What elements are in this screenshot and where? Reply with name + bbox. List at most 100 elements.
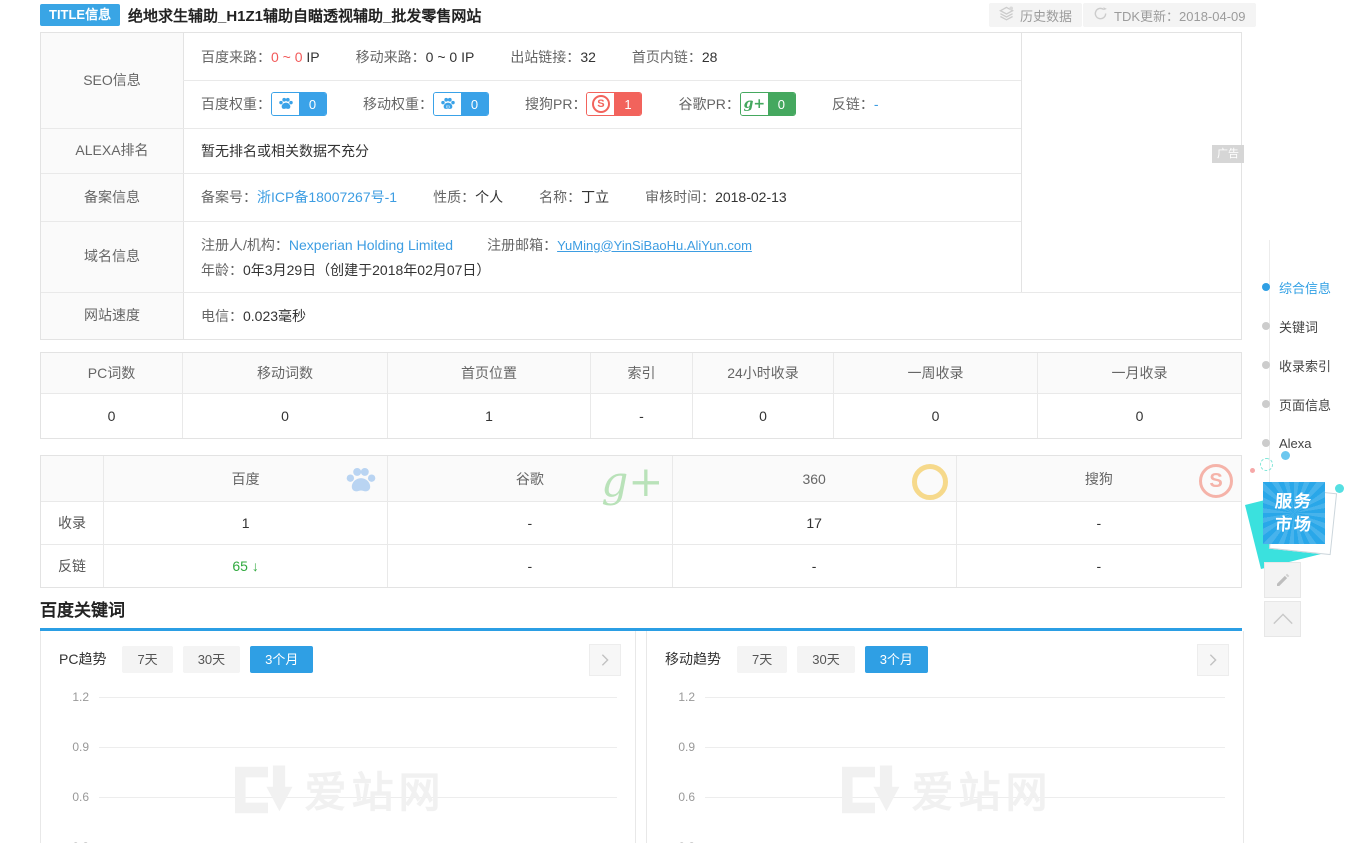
row-label-speed: 网站速度 [41, 292, 183, 339]
pencil-icon [1274, 571, 1292, 589]
outbound-links-value: 32 [580, 49, 596, 65]
stats-value-cell: - [591, 394, 693, 438]
service-market-badge[interactable]: 服务 市场 [1248, 452, 1348, 562]
gplus-letter: g+ [744, 96, 766, 112]
beian-time-value: 2018-02-13 [715, 189, 787, 205]
tab-30days[interactable]: 30天 [797, 646, 854, 673]
baidu-traffic: 百度来路：0 ~ 0 IP [201, 47, 320, 67]
sidebar-item-alexa[interactable]: Alexa [1262, 433, 1312, 453]
stats-header-cell: 移动词数 [183, 353, 388, 393]
stats-value-cell: 0 [1038, 394, 1241, 438]
mobile-traffic-label: 移动来路： [356, 49, 426, 65]
next-chart-button[interactable] [589, 644, 621, 676]
aizhan-logo-icon [230, 762, 292, 818]
google-pr-badge[interactable]: g+ 0 [740, 92, 796, 116]
sidebar-item-label: 页面信息 [1279, 395, 1331, 414]
baidu-keywords-title: 百度关键词 [40, 596, 125, 621]
dot-icon [1262, 361, 1270, 369]
engine-header-corner [41, 456, 104, 501]
beian-number-link[interactable]: 浙ICP备18007267号-1 [257, 189, 397, 205]
engine-name: 百度 [232, 469, 260, 489]
baidu-traffic-unit: IP [306, 49, 319, 65]
watermark-text: 爱站网 [911, 759, 1052, 820]
sidebar-item-keywords[interactable]: 关键词 [1262, 316, 1318, 336]
backlink-cell-sogou: - [957, 545, 1241, 587]
dot-icon [1262, 439, 1270, 447]
alexa-row: 暂无排名或相关数据不充分 [201, 128, 369, 173]
title-info-badge: TITLE信息 [40, 4, 120, 26]
watermark-text: 爱站网 [304, 759, 445, 820]
page: TITLE信息 绝地求生辅助_H1Z1辅助自瞄透视辅助_批发零售网站 历史数据 … [0, 0, 1362, 843]
dot-icon [1262, 400, 1270, 408]
seo-rank-line: 百度权重： 0 移动权重： m 0 搜狗PR： S 1 谷歌PR： [201, 80, 879, 128]
sidebar-item-label: 综合信息 [1279, 278, 1331, 297]
mobile-weight-badge[interactable]: m 0 [433, 92, 489, 116]
sidebar-item-overview[interactable]: 综合信息 [1262, 277, 1331, 297]
sidebar-item-index[interactable]: 收录索引 [1262, 355, 1331, 375]
layers-icon [999, 6, 1014, 24]
tab-3months[interactable]: 3个月 [865, 646, 928, 673]
collect-cell-360[interactable]: 17 [673, 502, 957, 544]
ring-icon [912, 464, 948, 500]
beian-name-value: 丁立 [581, 189, 609, 205]
email-link[interactable]: YuMing@YinSiBaoHu.AliYun.com [557, 238, 752, 253]
homepage-inlinks: 首页内链：28 [632, 47, 718, 67]
stats-header-cell: 一周收录 [834, 353, 1038, 393]
baidu-traffic-value: 0 ~ 0 [271, 49, 303, 65]
registrant-link[interactable]: Nexperian Holding Limited [289, 237, 453, 253]
ad-tag: 广告 [1212, 145, 1244, 163]
baidu-weight-badge[interactable]: 0 [271, 92, 327, 116]
stats-header-cell: 一月收录 [1038, 353, 1241, 393]
mobile-trend-header: 移动趋势 7天 30天 3个月 [647, 631, 1243, 687]
beian-name-field: 名称：丁立 [539, 187, 609, 207]
stats-value-cell: 0 [834, 394, 1038, 438]
collect-cell-sogou: - [957, 502, 1241, 544]
collect-cell-baidu[interactable]: 1 [104, 502, 388, 544]
backlink-cell-baidu[interactable]: 65 ↓ [104, 545, 388, 587]
tab-3months[interactable]: 3个月 [250, 646, 313, 673]
stats-header-cell: PC词数 [41, 353, 183, 393]
beian-number-label: 备案号： [201, 189, 257, 205]
tdk-update-button[interactable]: TDK更新：2018-04-09 [1083, 3, 1256, 27]
history-data-button[interactable]: 历史数据 [989, 3, 1082, 27]
speed-label: 电信： [201, 306, 243, 326]
mobile-weight-label: 移动权重： [363, 94, 433, 114]
next-chart-button[interactable] [1197, 644, 1229, 676]
mobile-traffic-value: 0 ~ 0 IP [426, 49, 475, 65]
dot-icon [1262, 283, 1270, 291]
tab-30days[interactable]: 30天 [183, 646, 240, 673]
back-to-top-button[interactable] [1264, 601, 1301, 637]
watermark: 爱站网 [230, 759, 445, 820]
stats-value-cell: 0 [693, 394, 834, 438]
stats-value-cell: 0 [183, 394, 388, 438]
sogou-pr-badge[interactable]: S 1 [586, 92, 642, 116]
gridline [99, 697, 617, 698]
gplus-icon: g+ [741, 93, 768, 115]
history-data-label: 历史数据 [1020, 6, 1072, 25]
sidebar-item-pageinfo[interactable]: 页面信息 [1262, 394, 1331, 414]
y-tick: 0.9 [41, 740, 89, 754]
dot-icon [1262, 322, 1270, 330]
beian-time-label: 审核时间： [645, 189, 715, 205]
edit-button[interactable] [1264, 562, 1301, 598]
sidebar-item-label: 收录索引 [1279, 356, 1331, 375]
tab-7days[interactable]: 7天 [737, 646, 787, 673]
pc-trend-panel: PC趋势 7天 30天 3个月 1.2 0.9 0.6 0.3 爱站网 [40, 631, 636, 843]
service-market-text: 市场 [1274, 513, 1314, 536]
beian-nature-label: 性质： [433, 189, 475, 205]
engine-name: 360 [802, 471, 825, 487]
collect-row-label: 收录 [41, 502, 104, 544]
homepage-inlinks-value: 28 [702, 49, 718, 65]
google-pr-value: 0 [768, 93, 795, 115]
tab-7days[interactable]: 7天 [122, 646, 172, 673]
refresh-icon [1093, 6, 1108, 24]
pc-trend-header: PC趋势 7天 30天 3个月 [41, 631, 635, 687]
service-market-text: 服务 [1274, 490, 1314, 513]
backlink-row-label: 反链 [41, 545, 104, 587]
sogou-pr-value: 1 [614, 93, 641, 115]
engine-name: 搜狗 [1085, 469, 1113, 489]
beian-time-field: 审核时间：2018-02-13 [645, 187, 787, 207]
engine-header-360: 360 [673, 456, 957, 501]
site-info-table: SEO信息 ALEXA排名 备案信息 域名信息 网站速度 百度来路：0 ~ 0 … [40, 32, 1242, 340]
sogou-s-icon: S [587, 93, 614, 115]
